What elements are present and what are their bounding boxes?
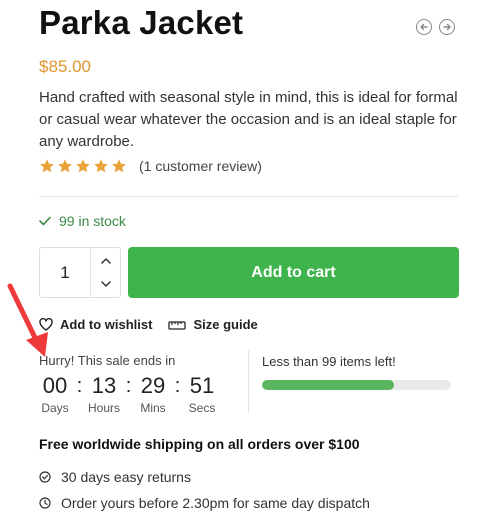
- chevron-up-icon: [100, 258, 111, 264]
- product-actions: Add to wishlist Size guide: [39, 317, 258, 332]
- countdown-value: 29: [140, 373, 166, 398]
- divider: [39, 196, 458, 197]
- perk-dispatch: Order yours before 2.30pm for same day d…: [39, 495, 370, 511]
- star-icon: [94, 159, 108, 173]
- items-left-progress-fill: [262, 380, 395, 390]
- countdown-separator: :: [76, 375, 83, 397]
- check-circle-icon: [39, 471, 51, 483]
- sale-headline: Hurry! This sale ends in: [39, 353, 176, 368]
- countdown-value: 51: [189, 373, 215, 398]
- heart-icon: [39, 318, 53, 331]
- star-icon: [112, 159, 126, 173]
- size-guide-link[interactable]: Size guide: [168, 317, 258, 332]
- quantity-increase-button[interactable]: [91, 248, 120, 273]
- quantity-stepper[interactable]: 1: [39, 247, 121, 298]
- chevron-down-icon: [100, 281, 111, 287]
- countdown-value: 13: [91, 373, 117, 398]
- star-icon: [76, 159, 90, 173]
- countdown-label: Days: [41, 401, 69, 415]
- add-to-cart-button[interactable]: Add to cart: [128, 247, 459, 298]
- star-icon: [58, 159, 72, 173]
- items-left-text: Less than 99 items left!: [262, 354, 396, 369]
- countdown-label: Secs: [188, 401, 216, 415]
- countdown-label: Hours: [88, 401, 121, 415]
- items-left-progress: [262, 380, 451, 390]
- arrow-left-circle-icon[interactable]: [416, 19, 432, 35]
- countdown-unit: 13 Hours: [88, 373, 120, 415]
- size-guide-label: Size guide: [193, 317, 258, 332]
- countdown-timer: 00 Days:13 Hours:29 Mins:51 Secs: [39, 373, 218, 415]
- ruler-icon: [168, 320, 187, 330]
- wishlist-label: Add to wishlist: [60, 317, 153, 332]
- perk-text: Order yours before 2.30pm for same day d…: [61, 495, 370, 511]
- product-price: $85.00: [39, 57, 91, 76]
- perk-returns: 30 days easy returns: [39, 469, 191, 485]
- quantity-decrease-button[interactable]: [91, 273, 120, 298]
- product-rating: (1 customer review): [39, 158, 262, 174]
- countdown-separator: :: [174, 375, 181, 397]
- stock-text: 99 in stock: [59, 213, 126, 229]
- product-nav: [416, 19, 455, 35]
- countdown-unit: 51 Secs: [186, 373, 218, 415]
- rating-stars: [39, 158, 127, 174]
- stock-status: 99 in stock: [39, 213, 126, 229]
- clock-icon: [39, 497, 51, 509]
- perk-text: 30 days easy returns: [61, 469, 191, 485]
- product-title: Parka Jacket: [39, 4, 244, 41]
- check-icon: [39, 216, 51, 226]
- countdown-separator: :: [125, 375, 132, 397]
- countdown-value: 00: [42, 373, 68, 398]
- shipping-headline: Free worldwide shipping on all orders ov…: [39, 436, 360, 452]
- countdown-label: Mins: [140, 401, 166, 415]
- divider-vertical: [248, 350, 249, 413]
- countdown-unit: 00 Days: [39, 373, 71, 415]
- countdown-unit: 29 Mins: [137, 373, 169, 415]
- star-icon: [40, 159, 54, 173]
- review-count-link[interactable]: (1 customer review): [139, 158, 262, 174]
- quantity-input[interactable]: 1: [40, 248, 90, 297]
- add-to-wishlist-link[interactable]: Add to wishlist: [39, 317, 152, 332]
- product-description: Hand crafted with seasonal style in mind…: [39, 89, 458, 150]
- arrow-right-circle-icon[interactable]: [439, 19, 455, 35]
